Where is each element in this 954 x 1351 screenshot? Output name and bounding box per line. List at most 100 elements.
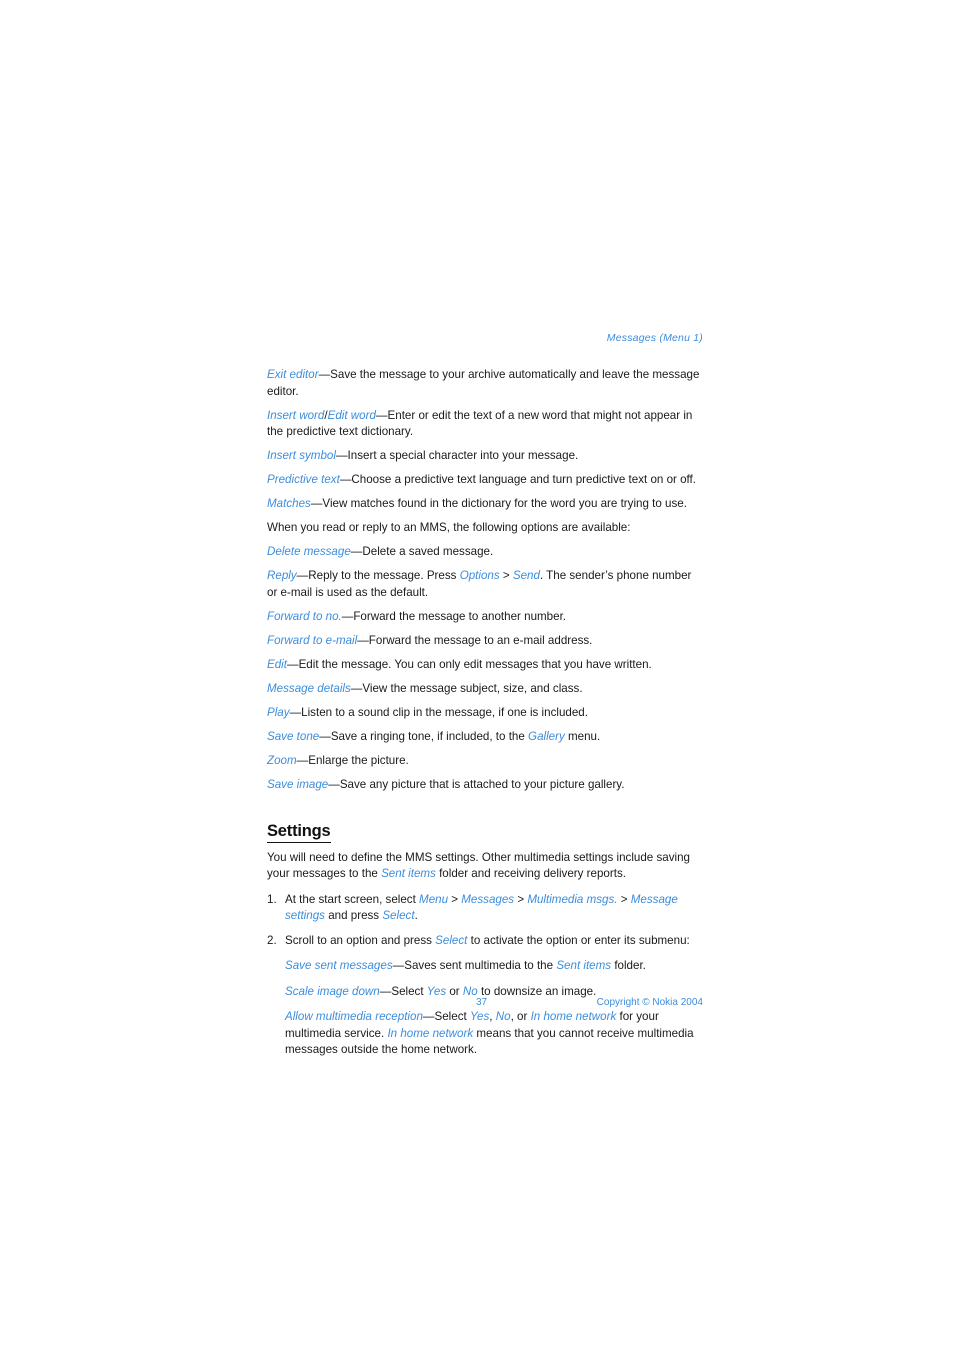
paragraph-zoom: Zoom—Enlarge the picture. [267,753,703,770]
settings-heading-wrapper: Settings [267,801,703,850]
save-image-term-0: Save image [267,777,329,791]
allow-multimedia-reception-term-4: No [495,1010,511,1023]
step-1-term-3: Messages [461,892,515,906]
paragraph-forward-to-email: Forward to e-mail—Forward the message to… [267,633,703,650]
paragraph-exit-editor: Exit editor—Save the message to your arc… [267,367,703,400]
paragraph-delete-message: Delete message—Delete a saved message. [267,544,703,561]
save-sent-messages-term-0: Save sent messages [285,959,393,972]
play-text-1: —Listen to a sound clip in the message, … [289,705,588,719]
zoom-text-1: —Enlarge the picture. [296,753,409,767]
step-1-text-0: At the start screen, select [285,892,420,906]
exit-editor-text-1: —Save the message to your archive automa… [267,368,700,398]
allow-multimedia-reception-text-1: —Select [422,1010,470,1023]
step-2-text-0: Scroll to an option and press [285,933,436,947]
insert-symbol-text-1: —Insert a special character into your me… [335,449,579,462]
step-2-body: Scroll to an option and press Select to … [285,934,690,947]
paragraph-forward-to-no: Forward to no.—Forward the message to an… [267,609,703,626]
step-2-text-2: to activate the option or enter its subm… [467,933,690,947]
exit-editor-term-0: Exit editor [267,368,319,381]
message-details-term-0: Message details [267,681,351,695]
paragraph-reply: Reply—Reply to the message. Press Option… [267,568,703,601]
settings-intro-term-1: Sent items [381,867,436,880]
insert-word-term-2: Edit word [327,408,376,422]
step-1-text-8: and press [324,909,383,922]
paragraph-save-tone: Save tone—Save a ringing tone, if includ… [267,729,703,746]
save-tone-term-2: Gallery [528,729,565,743]
document-page: Messages (Menu 1) Exit editor—Save the m… [0,0,954,1351]
paragraph-matches: Matches—View matches found in the dictio… [267,496,703,513]
allow-multimedia-reception-term-6: In home network [530,1010,617,1023]
paragraph-insert-symbol: Insert symbol—Insert a special character… [267,448,703,465]
paragraph-allow-multimedia-reception: Allow multimedia reception—Select Yes, N… [285,1009,703,1059]
edit-text-1: —Edit the message. You can only edit mes… [286,657,652,671]
matches-text-1: —View matches found in the dictionary fo… [310,497,687,510]
paragraph-mms-intro: When you read or reply to an MMS, the fo… [267,520,703,537]
forward-to-no-text-1: —Forward the message to another number. [341,609,567,623]
forward-to-email-text-1: —Forward the message to an e-mail addres… [357,633,593,647]
forward-to-email-term-0: Forward to e-mail [267,633,358,647]
paragraph-save-image: Save image—Save any picture that is atta… [267,777,703,794]
copyright-notice: Copyright © Nokia 2004 [596,997,703,1008]
save-tone-term-0: Save tone [267,729,320,743]
reply-text-3: > [499,569,513,582]
message-details-text-1: —View the message subject, size, and cla… [350,681,583,695]
save-sent-messages-term-2: Sent items [556,959,612,972]
scale-image-down-text-5: to downsize an image. [477,984,597,998]
step-1-number: 1. [267,892,277,906]
page-title-settings: Settings [267,821,331,843]
paragraph-save-sent-messages: Save sent messages—Saves sent multimedia… [285,958,703,975]
allow-multimedia-reception-text-5: , or [510,1010,531,1023]
reply-term-0: Reply [267,569,297,582]
scale-image-down-text-3: or [446,984,463,998]
save-tone-text-3: menu. [564,729,601,743]
list-item-step-1: 1. At the start screen, select Menu > Mes… [267,892,703,925]
matches-term-0: Matches [267,497,311,510]
allow-multimedia-reception-term-8: In home network [387,1026,474,1040]
save-tone-text-1: —Save a ringing tone, if included, to th… [319,729,529,743]
insert-symbol-term-0: Insert symbol [267,449,336,462]
save-sent-messages-text-1: —Saves sent multimedia to the [392,959,557,972]
settings-intro-paragraph: You will need to define the MMS settings… [267,850,703,883]
paragraph-predictive-text: Predictive text—Choose a predictive text… [267,472,703,489]
step-1-text-10: . [414,909,418,922]
reply-text-1: —Reply to the message. Press [296,569,460,582]
settings-steps-list: 1. At the start screen, select Menu > Mes… [267,892,703,1059]
paragraph-insert-word: Insert word/Edit word—Enter or edit the … [267,408,703,441]
step-1-text-6: > [617,892,631,906]
scale-image-down-text-1: —Select [379,984,427,998]
paragraph-edit: Edit—Edit the message. You can only edit… [267,657,703,674]
step-1-term-9: Select [382,909,415,922]
options-paragraph-list: Exit editor—Save the message to your arc… [267,367,703,793]
zoom-term-0: Zoom [267,753,297,767]
allow-multimedia-reception-term-0: Allow multimedia reception [285,1010,423,1023]
reply-term-4: Send [512,569,540,582]
mms-intro-text-0: When you read or reply to an MMS, the fo… [267,521,631,534]
reply-term-2: Options [459,569,500,582]
play-term-0: Play [267,705,290,719]
scale-image-down-term-2: Yes [426,984,447,998]
settings-intro-text-2: folder and receiving delivery reports. [435,867,626,880]
save-image-text-1: —Save any picture that is attached to yo… [328,777,625,791]
paragraph-message-details: Message details—View the message subject… [267,681,703,698]
predictive-text-term-0: Predictive text [267,473,340,486]
running-head: Messages (Menu 1) [606,332,703,344]
paragraph-play: Play—Listen to a sound clip in the messa… [267,705,703,722]
step-1-term-5: Multimedia msgs. [527,892,618,906]
insert-word-term-0: Insert word [267,408,325,422]
delete-message-term-0: Delete message [267,545,351,558]
step-2-term-1: Select [435,933,468,947]
step-2-number: 2. [267,933,277,947]
scale-image-down-term-0: Scale image down [285,984,380,998]
step-1-text-4: > [514,892,528,906]
forward-to-no-term-0: Forward to no. [267,609,342,623]
step-1-body: At the start screen, select Menu > Messa… [285,893,678,923]
edit-term-0: Edit [267,657,287,671]
predictive-text-text-1: —Choose a predictive text language and t… [339,473,696,486]
delete-message-text-1: —Delete a saved message. [350,545,494,558]
allow-multimedia-reception-term-2: Yes [469,1010,490,1023]
page-number: 37 [476,997,488,1008]
page-content: Messages (Menu 1) Exit editor—Save the m… [267,331,703,1067]
save-sent-messages-text-3: folder. [611,959,646,972]
step-1-text-2: > [448,892,462,906]
step-1-term-1: Menu [419,892,449,906]
